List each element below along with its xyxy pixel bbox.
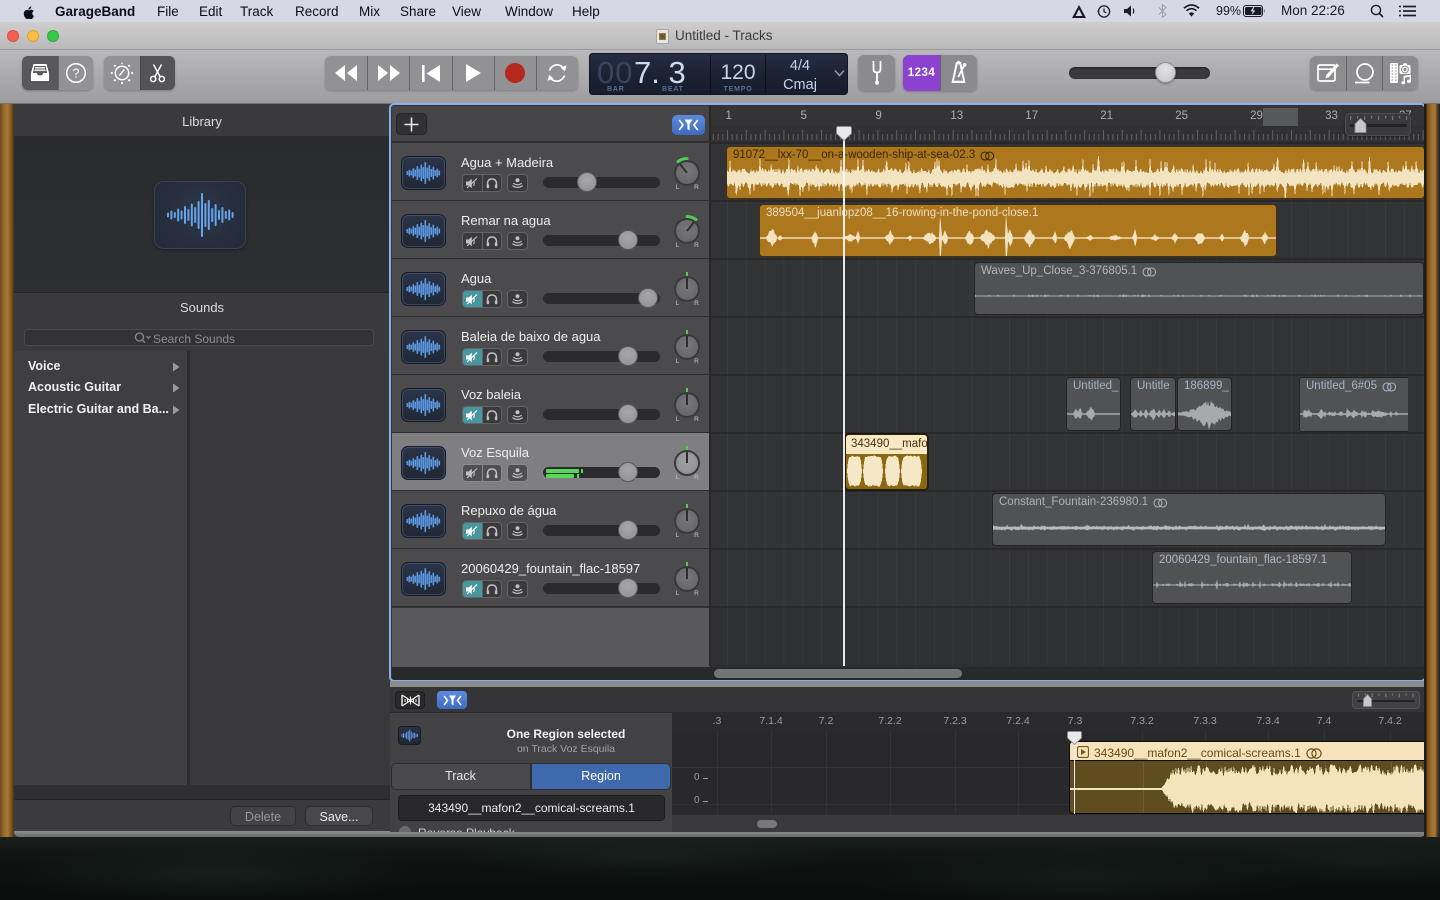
svg-text:?: ?: [72, 67, 79, 81]
